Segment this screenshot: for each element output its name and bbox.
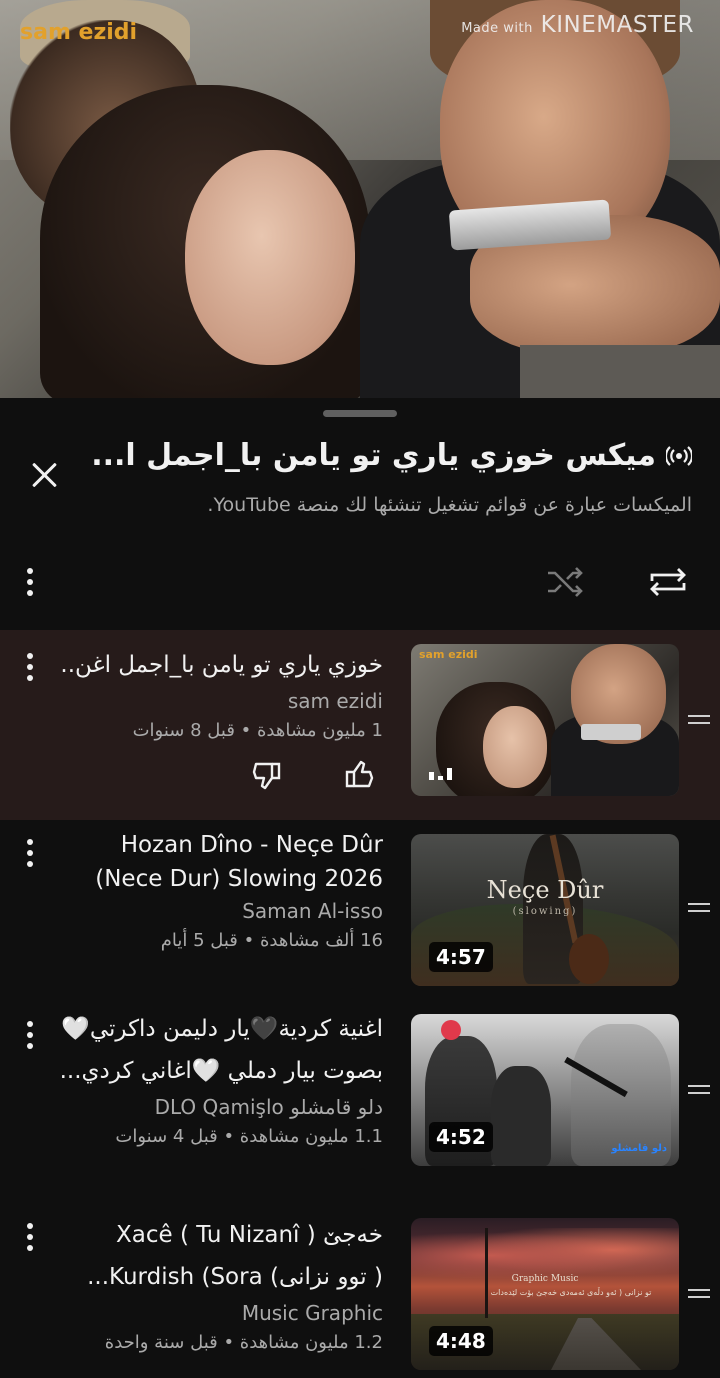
repeat-icon[interactable] [646,564,690,600]
item-channel: Saman Al-isso [242,899,383,923]
shuffle-icon[interactable] [545,564,585,600]
mix-playlist-panel: ميكس خوزي ياري تو يامن با_اجمل ا... المي… [0,398,720,1378]
mix-title: ميكس خوزي ياري تو يامن با_اجمل ا... [91,438,656,473]
thumb-channel-logo: دلو قامشلو [611,1143,667,1154]
duration-badge: 4:48 [429,1326,493,1356]
video-watermark-left: sam ezidi [20,20,138,45]
like-icon[interactable] [342,758,376,792]
thumb-caption: Graphic Music [511,1274,579,1284]
more-vert-icon[interactable] [22,564,38,600]
thumb-watermark: sam ezidi [419,648,478,661]
video-thumbnail[interactable]: sam ezidi [411,644,679,796]
more-vert-icon[interactable] [20,1220,40,1254]
item-meta: 1.1 مليون مشاهدة • قبل 4 سنوات [115,1126,383,1147]
list-item[interactable]: خوزي ياري تو يامن با_اجمل اغن.. sam ezid… [0,630,720,820]
mix-subtitle: الميكسات عبارة عن قوائم تشغيل تنشئها لك … [207,494,692,516]
thumb-art [485,1228,488,1318]
duration-badge: 4:57 [429,942,493,972]
item-title[interactable]: Hozan Dîno - Neçe Dûr [48,828,383,862]
item-channel: Music Graphic [241,1301,383,1325]
more-vert-icon[interactable] [20,836,40,870]
close-icon[interactable] [28,458,62,492]
playlist-controls [0,560,720,608]
video-thumbnail[interactable]: Neçe Dûr (slowing) 4:57 [411,834,679,986]
item-title[interactable]: اغنية كردية🖤يار دليمن داكرتي🤍 [48,1008,383,1050]
dislike-icon[interactable] [250,758,284,792]
drag-reorder-icon[interactable] [688,1286,712,1302]
video-watermark-right: Made with KINEMASTER [461,12,694,38]
item-title[interactable]: خەجێ ( Xacê ( Tu Nizanî [48,1214,383,1256]
list-item[interactable]: Hozan Dîno - Neçe Dûr (Nece Dur) Slowing… [0,820,720,1000]
mix-header: ميكس خوزي ياري تو يامن با_اجمل ا... [91,438,692,473]
thumb-art [491,1066,551,1166]
watermark-brand: KINEMASTER [540,12,694,38]
item-texts: Hozan Dîno - Neçe Dûr (Nece Dur) Slowing… [48,828,383,956]
item-title-line-2[interactable]: ( توو نزانى) Kurdish (Sora... [48,1256,383,1298]
item-meta: 1.2 مليون مشاهدة • قبل سنة واحدة [104,1332,383,1353]
drag-reorder-icon[interactable] [688,1082,712,1098]
thumb-subcaption: تو نزانی ( ئەو دڵەی ئەمەدی خەجێ بۆت لێدە… [490,1288,652,1297]
drag-reorder-icon[interactable] [688,712,712,728]
duration-badge: 4:52 [429,1122,493,1152]
rating-buttons [250,758,380,792]
thumb-art [581,724,641,740]
now-playing-icon [429,768,452,780]
heart-eyes-emoji-icon [441,1020,461,1040]
item-channel: sam ezidi [287,689,383,713]
more-vert-icon[interactable] [20,1018,40,1052]
video-player[interactable]: sam ezidi Made with KINEMASTER [0,0,720,398]
list-item[interactable]: اغنية كردية🖤يار دليمن داكرتي🤍 بصوت بيار … [0,1000,720,1200]
item-channel: دلو قامشلو DLO Qamişlo [154,1095,383,1119]
item-texts: خەجێ ( Xacê ( Tu Nizanî ( توو نزانى) Kur… [48,1214,383,1358]
list-item[interactable]: خەجێ ( Xacê ( Tu Nizanî ( توو نزانى) Kur… [0,1200,720,1378]
thumb-subcaption: (slowing) [512,906,578,917]
drag-reorder-icon[interactable] [688,900,712,916]
item-meta: 1 مليون مشاهدة • قبل 8 سنوات [132,720,383,741]
item-texts: اغنية كردية🖤يار دليمن داكرتي🤍 بصوت بيار … [48,1008,383,1152]
item-texts: خوزي ياري تو يامن با_اجمل اغن.. sam ezid… [48,644,383,746]
item-title[interactable]: خوزي ياري تو يامن با_اجمل اغن.. [48,644,383,686]
thumb-art [483,706,547,788]
more-vert-icon[interactable] [20,650,40,684]
item-meta: 16 ألف مشاهدة • قبل 5 أيام [160,930,383,951]
drag-handle[interactable] [323,410,397,417]
video-thumbnail[interactable]: دلو قامشلو 4:52 [411,1014,679,1166]
mix-radio-icon [666,445,692,466]
video-frame-woman-face [185,150,355,365]
video-thumbnail[interactable]: Graphic Music تو نزانی ( ئەو دڵەی ئەمەدی… [411,1218,679,1370]
item-title-line-2[interactable]: (Nece Dur) Slowing 2026 [48,862,383,896]
thumb-caption: Neçe Dûr [486,876,604,904]
thumb-art [569,934,609,984]
video-frame-rail [520,345,720,398]
item-title-line-2[interactable]: بصوت بيار دملي 🤍اغاني كردي... [48,1050,383,1092]
watermark-prefix: Made with [461,21,533,36]
